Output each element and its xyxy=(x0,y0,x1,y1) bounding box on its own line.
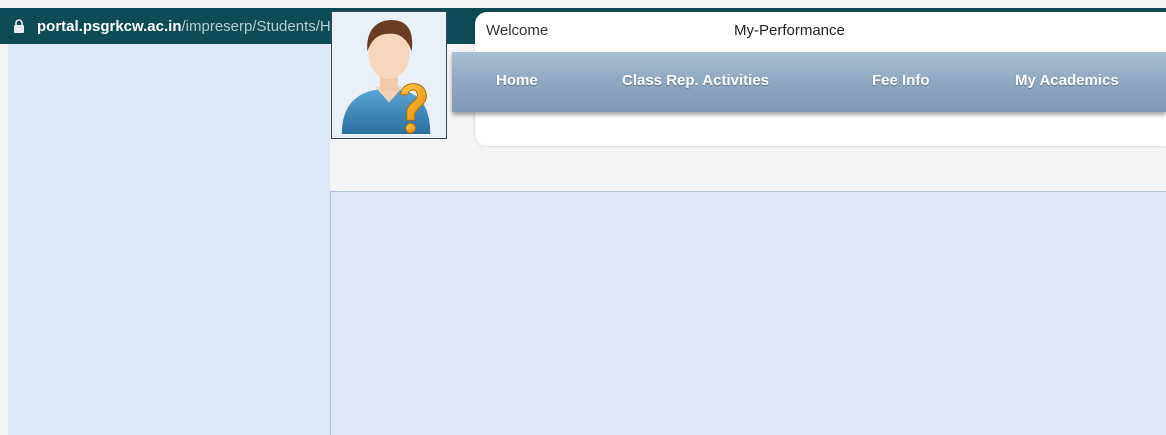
left-panel xyxy=(8,44,330,435)
nav-item-my-academics[interactable]: My Academics xyxy=(1015,72,1119,89)
main-nav-bar: Home Class Rep. Activities Fee Info My A… xyxy=(452,52,1166,112)
main-content-panel xyxy=(330,191,1166,435)
url-host: portal.psgrkcw.ac.in xyxy=(37,17,182,35)
welcome-text: Welcome xyxy=(486,22,549,39)
nav-item-fee-info[interactable]: Fee Info xyxy=(872,72,930,89)
nav-item-home[interactable]: Home xyxy=(496,72,538,89)
lock-icon[interactable] xyxy=(13,19,25,33)
my-performance-link[interactable]: My-Performance xyxy=(734,22,845,39)
user-help-avatar-icon[interactable] xyxy=(331,11,447,139)
browser-top-strip xyxy=(0,0,1166,8)
nav-item-class-rep-activities[interactable]: Class Rep. Activities xyxy=(622,72,769,89)
